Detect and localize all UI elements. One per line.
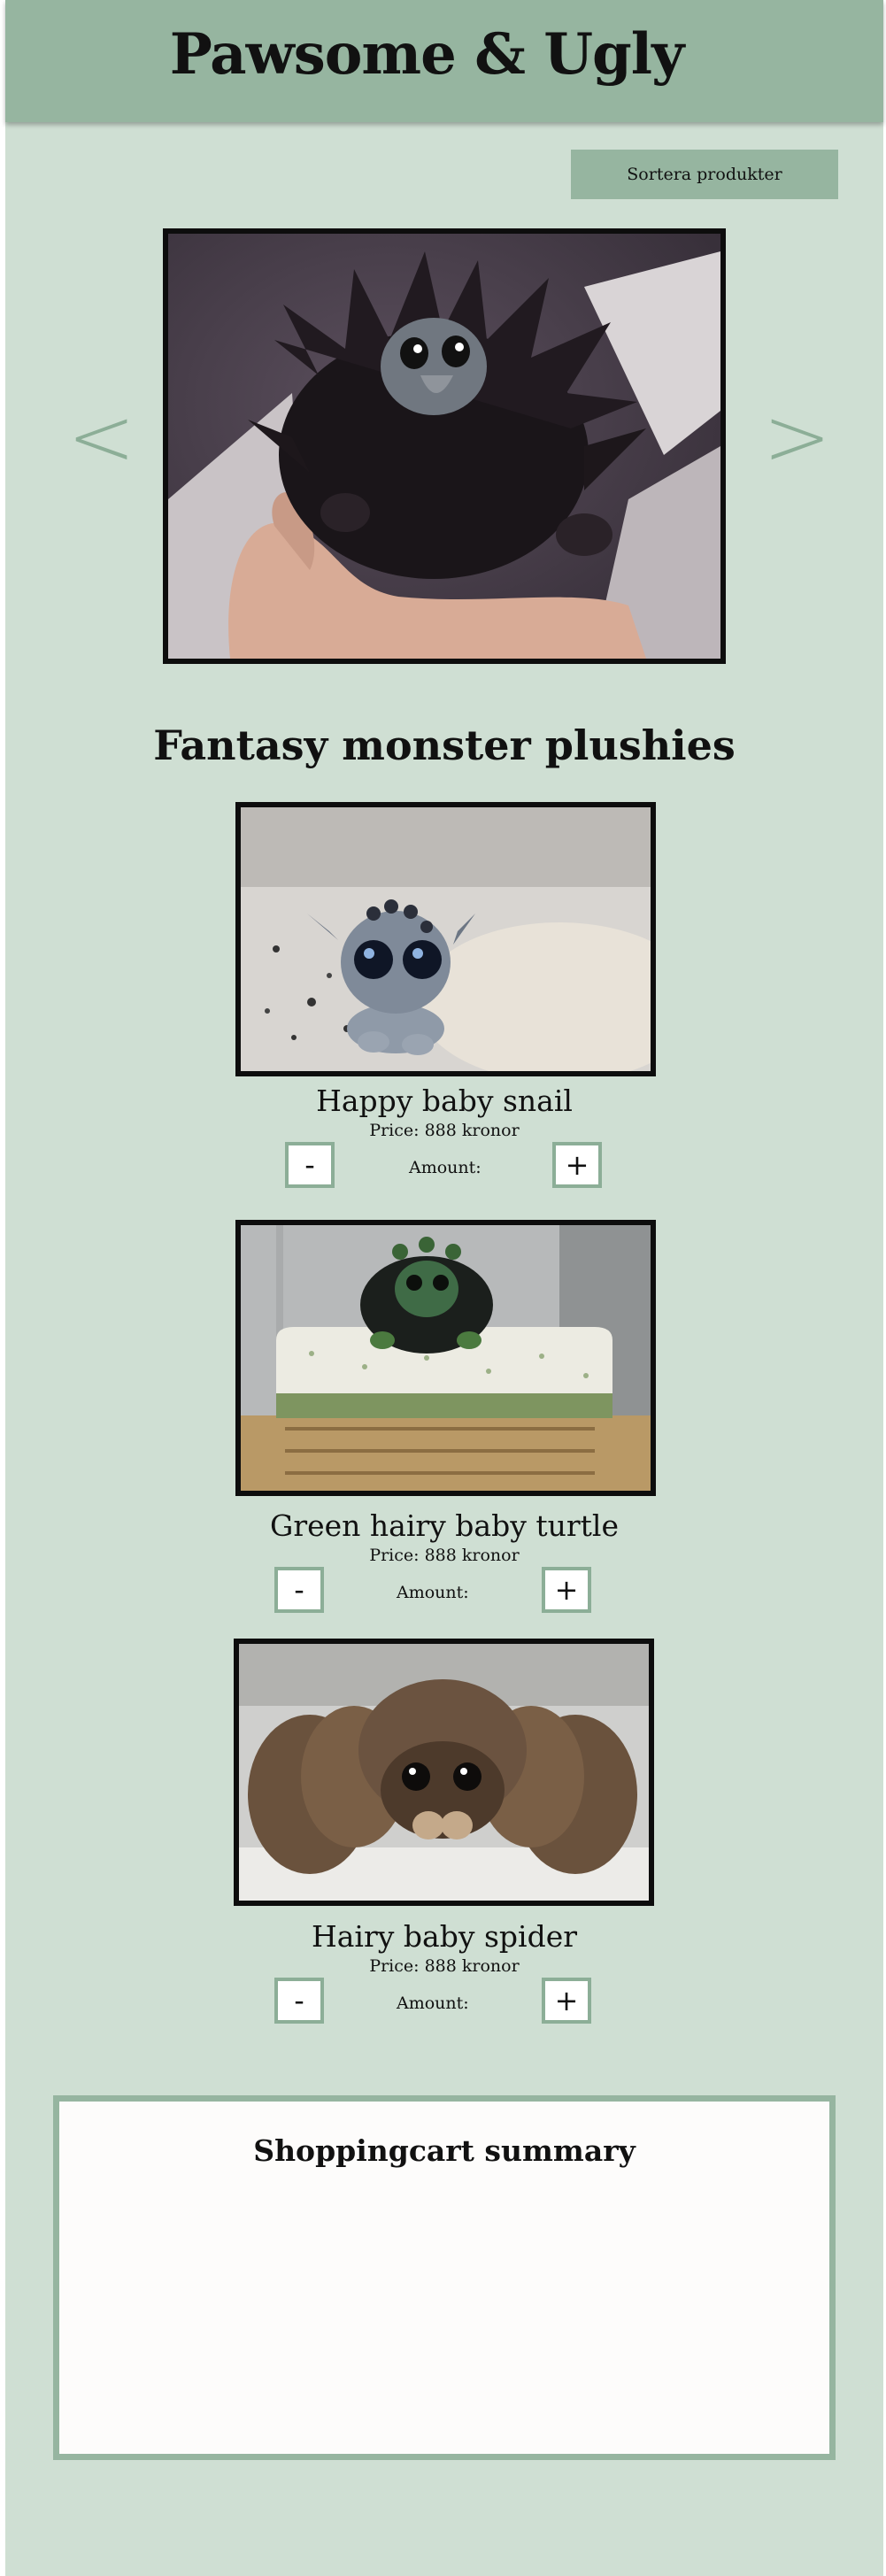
amount-label: Amount:: [409, 1158, 482, 1177]
product-price: Price: 888 kronor: [369, 1121, 520, 1140]
green-turtle-plush-image: [241, 1225, 651, 1491]
page: Pawsome & Ugly Sortera produkter < > Fan…: [5, 0, 883, 2576]
sort-products-button[interactable]: Sortera produkter: [571, 150, 838, 199]
product-price: Price: 888 kronor: [369, 1546, 520, 1565]
product-image-turtle: [235, 1220, 656, 1496]
carousel-image: [163, 228, 726, 664]
product-name: Green hairy baby turtle: [269, 1508, 620, 1543]
shopping-cart-summary: Shoppingcart summary: [53, 2095, 836, 2460]
carousel-next-button[interactable]: >: [763, 397, 831, 478]
blue-snail-plush-image: [241, 807, 651, 1071]
site-title: Pawsome & Ugly: [169, 21, 685, 88]
product-name: Hairy baby spider: [311, 1919, 577, 1954]
product-name: Happy baby snail: [316, 1084, 573, 1118]
amount-label: Amount:: [397, 1583, 469, 1602]
decrease-amount-button[interactable]: -: [285, 1142, 335, 1188]
increase-amount-button[interactable]: +: [552, 1142, 602, 1188]
decrease-amount-button[interactable]: -: [274, 1567, 324, 1613]
cart-title: Shoppingcart summary: [253, 2133, 636, 2168]
product-image-spider: [234, 1639, 654, 1906]
hairy-spider-plush-image: [239, 1644, 649, 1901]
decrease-amount-button[interactable]: -: [274, 1978, 324, 2024]
product-image-snail: [235, 802, 656, 1076]
increase-amount-button[interactable]: +: [542, 1978, 591, 2024]
product-price: Price: 888 kronor: [369, 1956, 520, 1976]
increase-amount-button[interactable]: +: [542, 1567, 591, 1613]
carousel-prev-button[interactable]: <: [67, 397, 135, 478]
amount-label: Amount:: [397, 1994, 469, 2013]
section-title: Fantasy monster plushies: [153, 721, 736, 769]
black-furry-monster-plush-image: [168, 234, 720, 659]
site-header: Pawsome & Ugly: [5, 0, 883, 122]
